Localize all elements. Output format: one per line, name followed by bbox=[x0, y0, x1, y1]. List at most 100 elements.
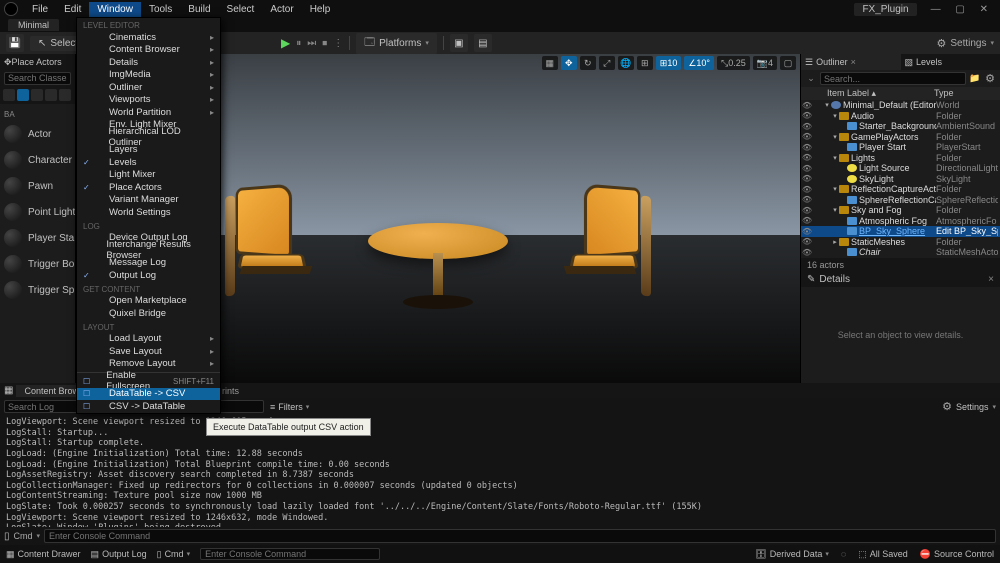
vp-scale-tool[interactable]: ⤢ bbox=[599, 56, 615, 70]
outliner-settings[interactable] bbox=[984, 73, 996, 85]
vp-select-tool[interactable]: ▦ bbox=[542, 56, 558, 70]
place-actor-item[interactable]: Player Sta bbox=[0, 225, 75, 251]
minimize-button[interactable]: — bbox=[925, 4, 947, 15]
menu-item-datatable-csv[interactable]: ☐DataTable -> CSV bbox=[77, 388, 220, 401]
menu-actor[interactable]: Actor bbox=[262, 2, 301, 17]
outliner-row[interactable]: 👁▾Minimal_Default (Editor)World bbox=[801, 100, 1000, 111]
menu-item-world-settings[interactable]: World Settings bbox=[77, 206, 220, 219]
menu-tools[interactable]: Tools bbox=[141, 2, 180, 17]
tab-outliner[interactable]: ☰ Outliner × bbox=[801, 54, 901, 70]
outliner-row[interactable]: 👁SkyLightSkyLight bbox=[801, 174, 1000, 185]
eye-icon[interactable]: 👁 bbox=[801, 122, 813, 131]
vp-angle-snap[interactable]: ∠ 10° bbox=[684, 56, 714, 70]
eye-icon[interactable]: 👁 bbox=[801, 143, 813, 152]
level-tab[interactable]: Minimal bbox=[8, 19, 59, 31]
vp-camera-speed[interactable]: 📷 4 bbox=[753, 56, 777, 70]
filter-basic[interactable] bbox=[17, 89, 29, 101]
place-actors-search[interactable] bbox=[4, 72, 71, 85]
menu-file[interactable]: File bbox=[24, 2, 56, 17]
tab-levels[interactable]: ▧ Levels bbox=[901, 54, 1000, 70]
outliner-row[interactable]: 👁BP_Sky_SphereEdit BP_Sky_Sp bbox=[801, 226, 1000, 237]
window-menu-dropdown[interactable]: LEVEL EDITORCinematics▸Content Browser▸D… bbox=[76, 17, 221, 414]
eye-icon[interactable]: 👁 bbox=[801, 185, 813, 194]
place-actor-item[interactable]: Character bbox=[0, 147, 75, 173]
skip-button[interactable]: ⏭ bbox=[307, 38, 316, 49]
menu-window[interactable]: Window bbox=[89, 2, 141, 17]
menu-item-imgmedia[interactable]: ImgMedia▸ bbox=[77, 69, 220, 82]
menu-item-open-marketplace[interactable]: Open Marketplace bbox=[77, 295, 220, 308]
menu-item-layers[interactable]: Layers bbox=[77, 144, 220, 157]
column-item-label[interactable]: Item Label ▴ bbox=[827, 88, 934, 99]
play-button[interactable]: ▶ bbox=[281, 36, 290, 50]
filter-lights[interactable] bbox=[31, 89, 43, 101]
outliner-row[interactable]: 👁Light SourceDirectionalLight bbox=[801, 163, 1000, 174]
menu-item-quixel-bridge[interactable]: Quixel Bridge bbox=[77, 307, 220, 320]
menu-item-interchange-results-browser[interactable]: Interchange Results Browser bbox=[77, 244, 220, 257]
stop-button[interactable]: ⏹ bbox=[322, 38, 327, 49]
outliner-row[interactable]: 👁Atmospheric FogAtmosphericFo bbox=[801, 216, 1000, 227]
outliner-row[interactable]: 👁SphereReflectionCapture10SphereReflecti… bbox=[801, 195, 1000, 206]
menu-item-content-browser[interactable]: Content Browser▸ bbox=[77, 44, 220, 57]
eye-icon[interactable]: 👁 bbox=[801, 206, 813, 215]
menu-item-save-layout[interactable]: Save Layout▸ bbox=[77, 345, 220, 358]
outliner-tree[interactable]: 👁▾Minimal_Default (Editor)World👁▾AudioFo… bbox=[801, 100, 1000, 258]
menu-help[interactable]: Help bbox=[302, 2, 339, 17]
vp-maximize[interactable]: ▢ bbox=[780, 56, 796, 70]
eject-button[interactable]: ⋮ bbox=[333, 38, 343, 49]
menu-item-output-log[interactable]: ✓Output Log bbox=[77, 269, 220, 282]
console-input[interactable] bbox=[44, 529, 996, 543]
output-log[interactable]: LogViewport: Scene viewport resized to 1… bbox=[0, 415, 1000, 527]
vp-grid-snap[interactable]: ⊞ 10 bbox=[656, 56, 682, 70]
menu-item-hierarchical-lod-outliner[interactable]: Hierarchical LOD Outliner bbox=[77, 131, 220, 144]
save-button[interactable] bbox=[6, 34, 24, 52]
eye-icon[interactable]: 👁 bbox=[801, 216, 813, 225]
filter-cine[interactable] bbox=[59, 89, 71, 101]
menu-item-csv-datatable[interactable]: ☐CSV -> DataTable bbox=[77, 400, 220, 413]
outliner-row[interactable]: 👁▾GamePlayActorsFolder bbox=[801, 132, 1000, 143]
menu-item-cinematics[interactable]: Cinematics▸ bbox=[77, 31, 220, 44]
vp-scale-snap[interactable]: ⤡ 0.25 bbox=[717, 56, 750, 70]
place-actor-item[interactable]: Trigger Sp bbox=[0, 277, 75, 303]
outliner-row[interactable]: 👁Starter_Background_CueAmbientSound bbox=[801, 121, 1000, 132]
eye-icon[interactable]: 👁 bbox=[801, 164, 813, 173]
place-actor-item[interactable]: Point Light bbox=[0, 199, 75, 225]
ue-logo-icon[interactable] bbox=[4, 2, 18, 16]
place-actor-item[interactable]: Pawn bbox=[0, 173, 75, 199]
vp-world-local[interactable]: 🌐 bbox=[618, 56, 634, 70]
vp-surface-snap[interactable]: ⊞ bbox=[637, 56, 653, 70]
menu-item-world-partition[interactable]: World Partition▸ bbox=[77, 106, 220, 119]
toolbar-icon-2[interactable]: ▤ bbox=[474, 34, 492, 52]
vp-rotate-tool[interactable]: ↻ bbox=[580, 56, 596, 70]
transform-gizmo[interactable] bbox=[437, 146, 439, 206]
all-saved-button[interactable]: ⬚All Saved bbox=[858, 549, 908, 560]
log-settings-button[interactable]: Settings bbox=[956, 402, 989, 412]
details-close-icon[interactable]: × bbox=[988, 274, 994, 285]
outliner-row[interactable]: 👁Player StartPlayerStart bbox=[801, 142, 1000, 153]
platforms-button[interactable]: 🗔 Platforms ▾ bbox=[356, 33, 437, 54]
pause-button[interactable]: ⏸ bbox=[296, 38, 301, 49]
outliner-row[interactable]: 👁▾Sky and FogFolder bbox=[801, 205, 1000, 216]
filter-recent[interactable] bbox=[3, 89, 15, 101]
eye-icon[interactable]: 👁 bbox=[801, 195, 813, 204]
status-console-input[interactable] bbox=[200, 548, 380, 560]
eye-icon[interactable]: 👁 bbox=[801, 248, 813, 257]
derived-data-button[interactable]: 🗄Derived Data▾ bbox=[755, 549, 828, 560]
outliner-search[interactable] bbox=[820, 72, 966, 85]
menu-item-load-layout[interactable]: Load Layout▸ bbox=[77, 333, 220, 346]
menu-item-details[interactable]: Details▸ bbox=[77, 56, 220, 69]
maximize-button[interactable]: ▢ bbox=[949, 4, 970, 15]
eye-icon[interactable]: 👁 bbox=[801, 153, 813, 162]
menu-item-outliner[interactable]: Outliner▸ bbox=[77, 81, 220, 94]
menu-edit[interactable]: Edit bbox=[56, 2, 89, 17]
eye-icon[interactable]: 👁 bbox=[801, 132, 813, 141]
eye-icon[interactable]: 👁 bbox=[801, 111, 813, 120]
menu-item-remove-layout[interactable]: Remove Layout▸ bbox=[77, 358, 220, 371]
content-drawer-button[interactable]: ▦Content Drawer bbox=[6, 549, 81, 560]
outliner-row[interactable]: 👁▾AudioFolder bbox=[801, 111, 1000, 122]
place-actor-item[interactable]: Actor bbox=[0, 121, 75, 147]
outliner-row[interactable]: 👁▸StaticMeshesFolder bbox=[801, 237, 1000, 248]
source-control-button[interactable]: ⛔Source Control bbox=[920, 549, 994, 560]
menu-item-message-log[interactable]: Message Log bbox=[77, 257, 220, 270]
outliner-row[interactable]: 👁ChairStaticMeshActo bbox=[801, 247, 1000, 258]
eye-icon[interactable]: 👁 bbox=[801, 237, 813, 246]
